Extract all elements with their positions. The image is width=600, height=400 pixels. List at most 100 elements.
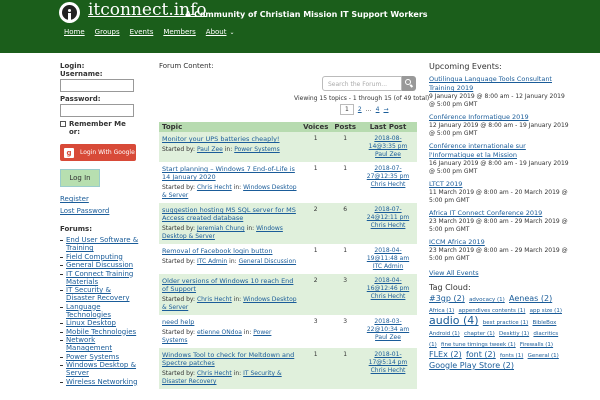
last-post-link[interactable]: 2018-08-14@3:35 pm xyxy=(369,135,408,150)
topic-link[interactable]: need help xyxy=(162,318,194,326)
last-post-author[interactable]: Chris Hecht xyxy=(371,181,406,188)
nav-home[interactable]: Home xyxy=(64,28,85,36)
tag-link[interactable]: chapter (1) xyxy=(464,331,495,337)
topic-link[interactable]: Windows Tool to check for Meltdown and S… xyxy=(162,351,294,367)
event-link[interactable]: LTCT 2019 xyxy=(429,180,462,188)
event-link[interactable]: Conférence Informatique 2019 xyxy=(429,113,529,121)
search-input[interactable]: Search the Forum... xyxy=(322,76,402,91)
chevron-down-icon[interactable]: ⌄ xyxy=(230,29,235,36)
nav-about[interactable]: About xyxy=(206,28,227,36)
tag-link[interactable]: app size (1) xyxy=(530,308,562,314)
topic-cell: Windows Tool to check for Meltdown and S… xyxy=(159,348,301,389)
username-input[interactable] xyxy=(60,79,134,92)
google-login-button[interactable]: g Login With Google xyxy=(60,144,136,161)
last-post-author[interactable]: Chris Hecht xyxy=(371,367,406,374)
tag-link[interactable]: Desktiy (1) xyxy=(499,331,529,337)
tag-link[interactable]: fine tune timings tweek (1) xyxy=(441,342,516,348)
list-item: IT Connect Training Materials xyxy=(60,270,140,286)
author-link[interactable]: Chris Hecht xyxy=(197,184,232,191)
forum-link[interactable]: Wireless Networking xyxy=(66,378,138,386)
forum-link[interactable]: IT Connect Training Materials xyxy=(66,270,133,286)
tag-link[interactable]: Firewalls (1) xyxy=(520,342,553,348)
tag-link[interactable]: best practice (1) xyxy=(483,320,528,326)
event-when: 11 March 2019 @ 8:00 am - 20 March 2019 … xyxy=(429,189,568,204)
last-post-author[interactable]: Paul Zee xyxy=(375,334,401,341)
author-link[interactable]: ITC Admin xyxy=(197,258,227,265)
in-label: in: xyxy=(229,258,237,265)
next-page-icon[interactable]: → xyxy=(383,106,388,113)
last-post-author[interactable]: Chris Hecht xyxy=(371,222,406,229)
forum-link[interactable]: Linux Desktop xyxy=(66,319,116,327)
last-post-link[interactable]: 2018-07-24@12:11 pm xyxy=(367,206,410,221)
event-link[interactable]: Conférence internationale sur l'Informat… xyxy=(429,142,526,159)
last-post-link[interactable]: 2018-04-16@12:46 pm xyxy=(367,277,410,292)
event-link[interactable]: Africa IT Connect Conference 2019 xyxy=(429,209,542,217)
forum-link[interactable]: General Discussion xyxy=(239,258,296,265)
topics-table: Topic Voices Posts Last Post Monitor you… xyxy=(159,122,417,389)
tag-link[interactable]: Aeneas (2) xyxy=(509,294,552,303)
tag-link[interactable]: #3gp (2) xyxy=(429,294,465,303)
author-link[interactable]: Chris Hecht xyxy=(197,296,232,303)
event-link[interactable]: Outilingua Language Tools Consultant Tra… xyxy=(429,75,552,92)
in-label: in: xyxy=(233,370,242,377)
tag-link[interactable]: font (2) xyxy=(466,350,496,359)
nav-members[interactable]: Members xyxy=(163,28,195,36)
forum-link[interactable]: End User Software & Training xyxy=(66,236,138,252)
author-link[interactable]: Paul Zee xyxy=(197,146,223,153)
posts-count: 1 xyxy=(331,244,359,274)
started-by-label: Started by: xyxy=(162,329,196,336)
author-link[interactable]: Chris Hecht xyxy=(197,370,232,377)
forum-link[interactable]: Field Computing xyxy=(66,253,123,261)
last-post-author[interactable]: Paul Zee xyxy=(375,151,401,158)
forum-link[interactable]: Language Technologies xyxy=(66,303,111,319)
forum-link[interactable]: Windows Desktop & Server xyxy=(66,361,136,377)
last-post-link[interactable]: 2018-07-27@12:35 pm xyxy=(367,165,410,180)
forum-link[interactable]: Power Systems xyxy=(234,146,280,153)
tag-link[interactable]: fonts (1) xyxy=(500,353,523,359)
lost-password-link[interactable]: Lost Password xyxy=(60,207,109,215)
last-post-link[interactable]: 2018-04-19@11:48 am xyxy=(367,247,409,262)
nav-events[interactable]: Events xyxy=(130,28,154,36)
author-link[interactable]: Jeremiah Chung xyxy=(197,225,245,232)
topic-link[interactable]: Older versions of Windows 10 reach End o… xyxy=(162,277,293,293)
table-header: Topic Voices Posts Last Post xyxy=(159,122,417,132)
google-icon: g xyxy=(64,147,74,158)
login-button[interactable]: Log In xyxy=(60,169,100,187)
last-post-author[interactable]: Chris Hecht xyxy=(371,293,406,300)
tag-link[interactable]: General (1) xyxy=(528,353,559,359)
view-all-events-link[interactable]: View All Events xyxy=(429,269,479,277)
forum-link[interactable]: Mobile Technologies xyxy=(66,328,136,336)
forum-link[interactable]: Power Systems xyxy=(66,353,119,361)
list-item: Power Systems xyxy=(60,353,140,361)
last-post-cell: 2018-04-16@12:46 pm Chris Hecht xyxy=(359,274,417,315)
forum-link[interactable]: General Discussion xyxy=(66,261,133,269)
site-logo[interactable] xyxy=(59,2,80,23)
forum-link[interactable]: IT Security & Disaster Recovery xyxy=(66,286,130,302)
search-button[interactable] xyxy=(402,76,416,91)
forum-link[interactable]: Network Management xyxy=(66,336,112,352)
tag-link[interactable]: Google Play Store (2) xyxy=(429,361,514,370)
posts-count: 1 xyxy=(331,162,359,203)
remember-me[interactable]: Remember Me or: xyxy=(60,120,140,136)
author-link[interactable]: etienne ONdoa xyxy=(197,329,242,336)
last-post-author[interactable]: ITC Admin xyxy=(373,263,403,270)
last-post-link[interactable]: 2018-03-22@10:34 am xyxy=(367,318,409,333)
topic-link[interactable]: Monitor your UPS batteries cheaply! xyxy=(162,135,280,143)
password-input[interactable] xyxy=(60,104,134,117)
last-post-link[interactable]: 2018-01-17@5:14 pm xyxy=(369,351,408,366)
tag-link[interactable]: FLEx (2) xyxy=(429,350,462,359)
event-when: 9 January 2019 @ 8:00 am - 12 January 20… xyxy=(429,93,565,108)
event-link[interactable]: ICCM Africa 2019 xyxy=(429,238,485,246)
topic-link[interactable]: Start planning – Windows 7 End-of-Life i… xyxy=(162,165,295,181)
nav-groups[interactable]: Groups xyxy=(95,28,120,36)
register-link[interactable]: Register xyxy=(60,195,89,203)
tag-link[interactable]: advocacy (1) xyxy=(469,297,505,303)
topic-link[interactable]: Removal of Facebook login button xyxy=(162,247,273,255)
page-link[interactable]: 2 xyxy=(358,106,362,113)
voices-count: 1 xyxy=(300,244,332,274)
topic-link[interactable]: suggestion hosting MS SQL server for MS … xyxy=(162,206,296,222)
tag-link[interactable]: audio (4) xyxy=(429,314,479,327)
remember-checkbox[interactable] xyxy=(60,121,66,127)
page-link[interactable]: 4 xyxy=(376,106,380,113)
last-post-cell: 2018-08-14@3:35 pm Paul Zee xyxy=(359,132,417,162)
